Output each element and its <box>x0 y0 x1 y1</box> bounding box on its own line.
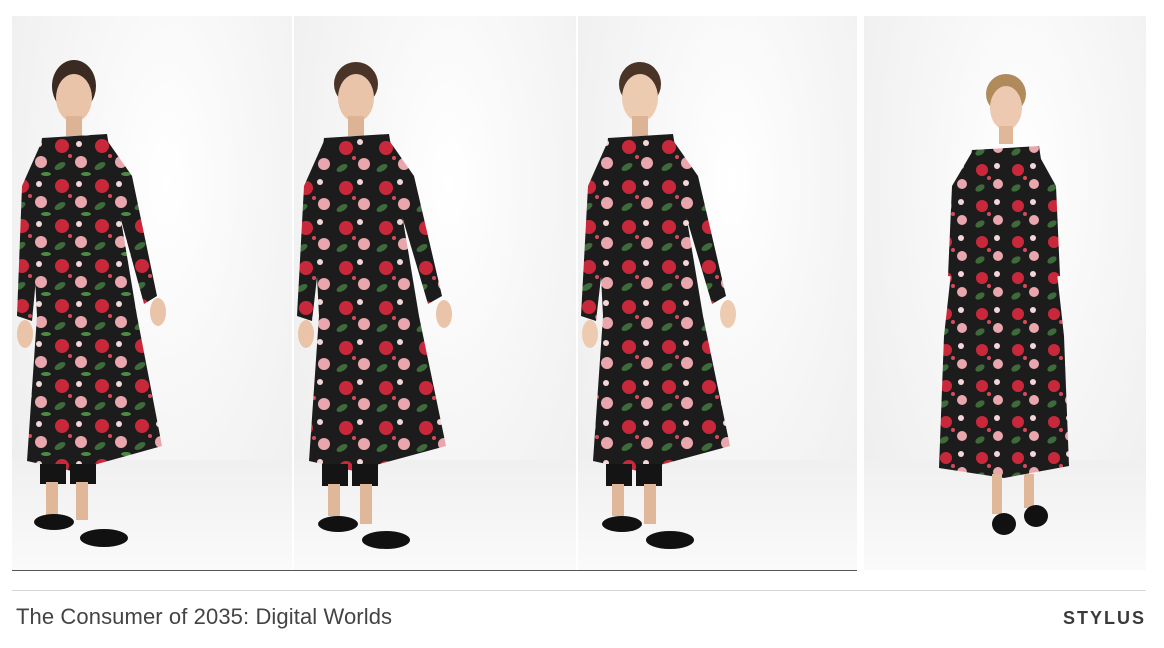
photo-panel-1 <box>12 16 292 570</box>
image-bottom-rule <box>12 570 857 571</box>
caption-title: The Consumer of 2035: Digital Worlds <box>16 604 393 629</box>
model-figure-3 <box>581 62 736 549</box>
caption-divider <box>12 590 1146 591</box>
photo-panel-4 <box>864 16 1146 570</box>
model-figure-2 <box>297 62 452 549</box>
brand-logo: STYLUS <box>1062 608 1146 628</box>
model-figure-1 <box>17 60 166 547</box>
model-figure-4 <box>939 74 1069 535</box>
photo-panel-3 <box>578 16 857 570</box>
photo-panel-2 <box>294 16 576 570</box>
